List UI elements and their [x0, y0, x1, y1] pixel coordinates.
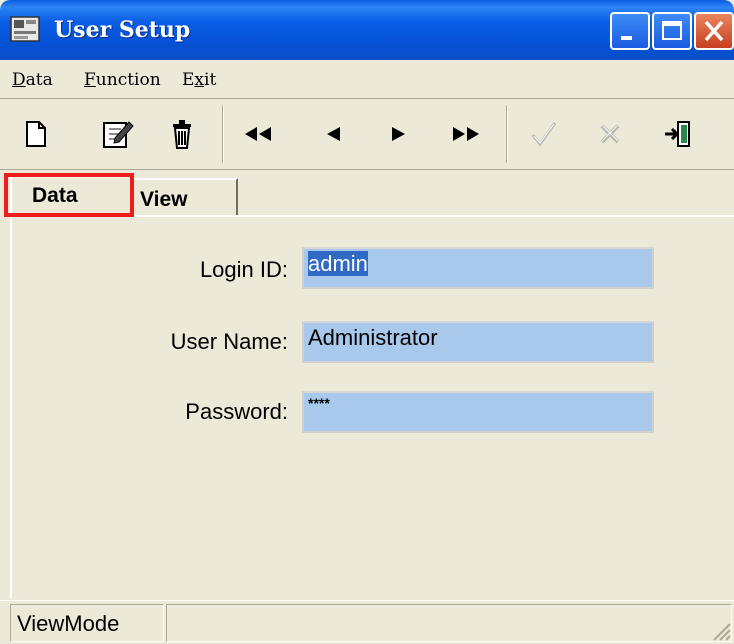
- menu-exit[interactable]: Exit: [182, 70, 216, 90]
- password-label: Password:: [185, 399, 288, 424]
- confirm-icon: [531, 122, 557, 147]
- data-panel: Login ID: admin User Name: Administrator…: [10, 215, 734, 598]
- status-pane-empty: [166, 604, 732, 642]
- menu-data-rest: ata: [25, 70, 53, 90]
- previous-record-button[interactable]: [312, 112, 356, 156]
- toolbar-separator-2: [506, 105, 508, 163]
- next-record-button[interactable]: [376, 112, 420, 156]
- status-bar: ViewMode: [0, 600, 734, 644]
- menu-data[interactable]: Data: [12, 70, 53, 90]
- user-name-field[interactable]: Administrator: [302, 321, 654, 363]
- menu-exit-prefix: E: [182, 70, 195, 90]
- edit-button[interactable]: [96, 112, 140, 156]
- login-id-field[interactable]: admin: [302, 247, 654, 289]
- resize-grip-icon[interactable]: [708, 618, 732, 642]
- edit-icon: [103, 121, 134, 148]
- tab-view[interactable]: View: [132, 178, 238, 216]
- first-record-button[interactable]: [236, 112, 280, 156]
- exit-button[interactable]: [656, 112, 700, 156]
- cancel-button[interactable]: [588, 112, 632, 156]
- minimize-icon: [621, 36, 632, 40]
- last-record-icon: [453, 127, 479, 141]
- menu-function[interactable]: Function: [84, 70, 161, 90]
- close-icon: [704, 20, 724, 42]
- previous-record-icon: [327, 127, 340, 141]
- app-icon: [10, 16, 40, 42]
- menu-bar: Data Function Exit: [0, 62, 734, 99]
- confirm-button[interactable]: [522, 112, 566, 156]
- toolbar: [0, 99, 734, 170]
- menu-data-accel: D: [12, 70, 26, 90]
- menu-function-rest: unction: [95, 70, 161, 90]
- password-field[interactable]: ****: [302, 391, 654, 433]
- maximize-button[interactable]: [652, 12, 692, 50]
- login-id-label: Login ID:: [199, 257, 288, 282]
- close-button[interactable]: [694, 12, 734, 50]
- user-name-value: Administrator: [308, 325, 438, 350]
- toolbar-separator: [222, 105, 224, 163]
- first-record-icon: [245, 127, 271, 141]
- login-id-value: admin: [308, 251, 368, 276]
- password-value: ****: [308, 395, 330, 411]
- next-record-icon: [392, 127, 405, 141]
- delete-icon: [173, 120, 191, 149]
- maximize-icon: [662, 21, 682, 40]
- status-mode: ViewMode: [10, 604, 164, 642]
- tab-highlight-box: [4, 173, 134, 217]
- title-bar[interactable]: User Setup: [0, 0, 734, 60]
- user-name-label: User Name:: [170, 329, 288, 354]
- exit-icon: [665, 121, 690, 147]
- delete-button[interactable]: [160, 112, 204, 156]
- menu-exit-rest: it: [204, 70, 217, 90]
- last-record-button[interactable]: [444, 112, 488, 156]
- new-button[interactable]: [14, 112, 58, 156]
- user-setup-window: User Setup Data Function Exit Data View …: [0, 0, 734, 644]
- minimize-button[interactable]: [610, 12, 650, 50]
- window-title: User Setup: [54, 17, 191, 43]
- new-icon: [26, 121, 46, 147]
- cancel-icon: [600, 124, 620, 144]
- menu-function-accel: F: [84, 70, 96, 90]
- menu-exit-accel: x: [194, 70, 205, 90]
